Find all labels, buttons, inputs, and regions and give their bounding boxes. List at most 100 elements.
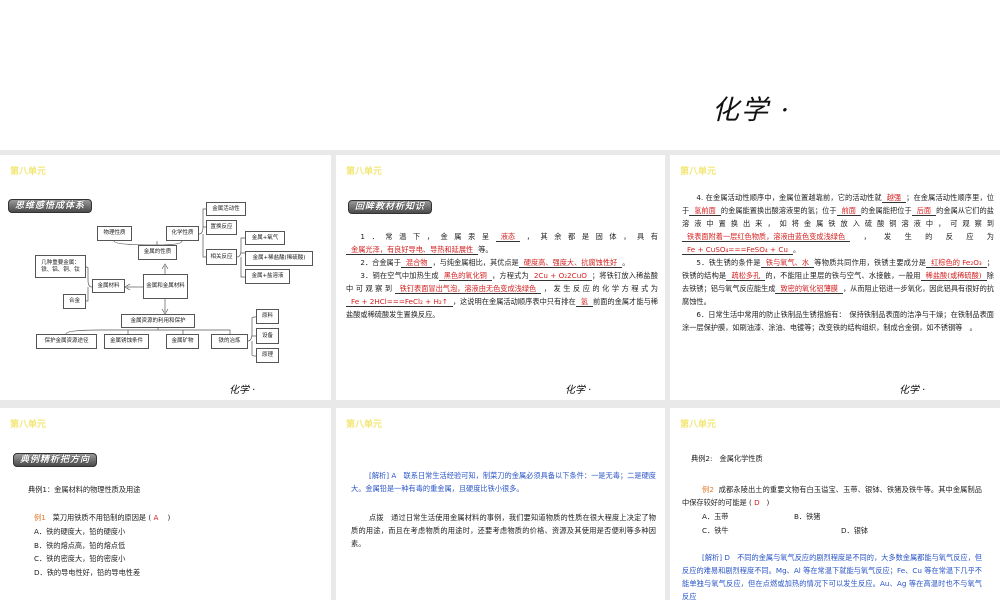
option-c: C．铁的密度大，铅的密度小 (34, 554, 126, 563)
tip-text: 点拨 通过日常生活使用金属材料的事例，我们要知道物质的性质在很大程度上决定了物质… (351, 513, 656, 548)
fill-in-answer: 红棕色的 Fe₂O₃ (926, 258, 987, 268)
paragraph-text: 1．常温下，金属汞呈 (360, 232, 496, 241)
option-b: B．铁猪 (794, 512, 821, 521)
unit-label: 第八单元 (680, 167, 717, 177)
node-metal-resources: 金属资源的利用和保护 (121, 314, 195, 328)
unit-label: 第八单元 (346, 167, 383, 177)
option-b: B．铁的熔点高，铅的熔点低 (34, 541, 126, 550)
paragraph-text: 。 (622, 258, 630, 267)
paragraph-text: ，其余都是固体，具有 (520, 232, 658, 241)
option-d: D．铁的导电性好，铅的导电性差 (34, 568, 141, 577)
fill-in-answer: 金属光泽，有良好导电、导热和延展性 (346, 245, 479, 255)
slide-thumbnail-6[interactable]: 第八单元 典例2: 金属化学性质 例2 成都永陵出土的重要文物有白玉谥宝、玉带、… (670, 408, 1000, 600)
fill-in-answer: 稀盐酸(或稀硫酸) (920, 271, 987, 281)
fill-in-answer: 混合物 (400, 258, 433, 268)
question-text: 成都永陵出土的重要文物有白玉谥宝、玉带、银钵、铁猪及铁牛等。其中金属制品中保存较… (682, 485, 982, 507)
paragraph-text: 等。 (478, 245, 493, 254)
paragraph: 5．铁生锈的条件是 铁与氧气、水 等物质共同作用，铁锈主要成分是 红棕色的 Fe₂O₃… (682, 256, 994, 308)
fill-in-answer: 致密的氧化铝薄膜 (775, 284, 843, 294)
node-metal-acid: 金属+稀盐酸(稀硫酸) (245, 251, 313, 266)
slide-thumbnail-1[interactable]: 第八单元 思维感悟成体系 金属活动性 物理性质 化学性质 置换反应 金属+氧气 … (0, 155, 331, 400)
node-metal-properties: 金属的性质 (138, 245, 177, 260)
paragraph-text: 。 (792, 245, 801, 254)
node-raw-materials: 原料 (256, 309, 279, 324)
question-answer: D (754, 498, 760, 507)
paragraph-text: 6．日常生活中常用的防止铁制品生锈措施有： 保持铁制品表面的洁净与干燥；在铁制品… (682, 310, 994, 332)
option-d: D．银钵 (841, 526, 869, 535)
fill-in-answer: 液态 (495, 232, 521, 242)
review-paragraphs: 4. 在金属活动性顺序中，金属位置越靠前，它的活动性就 越强 ；在金属活动性顺序里，… (682, 191, 994, 334)
paragraph-text: 4. 在金属活动性顺序中，金属位置越靠前，它的活动性就 (696, 193, 882, 202)
paragraph-text: 5．铁生锈的条件是 (696, 258, 761, 267)
node-alloy: 合金 (63, 294, 86, 309)
analysis-text: [解析] D 不同的金属与氧气反应的剧烈程度是不同的，大多数金属都能与氧气反应，… (682, 553, 982, 600)
fill-in-answer: 硬度高、强度大、抗腐蚀性好 (518, 258, 623, 268)
section-badge: 回眸教材析知识 (348, 200, 433, 214)
example-label: 例1 (34, 513, 46, 522)
example-topic: 典例2: 金属化学性质 (691, 454, 763, 463)
question-answer: A (153, 513, 159, 522)
paragraph-text: 2．合金属于 (360, 258, 401, 267)
slide-footer: 化学 · (229, 385, 256, 396)
node-replacement-reaction: 置换反应 (206, 220, 237, 235)
slide-thumbnail-2[interactable]: 第八单元 回眸教材析知识 1．常温下，金属汞呈 液态 ，其余都是固体，具有金属光泽，… (336, 155, 665, 400)
example-question: 例1 菜刀用铁质不用铅制的原因是 ( A ) (34, 513, 170, 523)
paragraph-text: ，这说明在金属活动顺序表中只有排在 (452, 297, 576, 306)
title-slide-preview[interactable]: 化学 · (0, 0, 1000, 150)
option-c: C．铁牛 (702, 526, 729, 535)
node-metal-activity: 金属活动性 (206, 202, 246, 216)
node-protect-resources: 保护金属资源途径 (36, 334, 97, 349)
fill-in-answer: 2Cu + O₂2CuO (528, 271, 592, 281)
unit-label: 第八单元 (10, 420, 47, 430)
example-topic: 典例1：金属材料的物理性质及用途 (28, 485, 141, 494)
node-metal-salt: 金属+盐溶液 (245, 269, 290, 284)
slide-footer: 化学 · (712, 95, 792, 126)
unit-label: 第八单元 (346, 420, 383, 430)
node-metal-materials: 金属材料 (92, 279, 125, 293)
section-badge: 典例精析把方向 (13, 453, 98, 467)
paragraph: 6．日常生活中常用的防止铁制品生锈措施有： 保持铁制品表面的洁净与干燥；在铁制品… (682, 308, 994, 334)
node-rust-conditions: 金属锈蚀条件 (104, 334, 149, 349)
node-equipment: 设备 (256, 328, 279, 344)
question-text: 菜刀用铁质不用铅制的原因是 ( (52, 513, 152, 522)
fill-in-answer: 前面 (836, 206, 861, 216)
node-metal-ores: 金属矿物 (166, 334, 199, 349)
node-metal-oxygen: 金属+氧气 (245, 231, 285, 245)
example-question: 例2 成都永陵出土的重要文物有白玉谥宝、玉带、银钵、铁猪及铁牛等。其中金属制品中… (682, 483, 982, 509)
example-label: 例2 (702, 485, 714, 494)
fill-in-answer: 黑色的氧化铜 (438, 271, 492, 281)
paragraph-text: 的金属能置换出酸溶液里的氢；位于 (720, 206, 837, 215)
paragraph-text: 3．铜在空气中加热生成 (360, 271, 439, 280)
node-center-metals-materials: 金属和金属材料 (143, 274, 188, 299)
paragraph: 3．铜在空气中加热生成 黑色的氧化铜 ，方程式为 2Cu + O₂2CuO ；将铁钉放入… (346, 269, 658, 321)
paragraph-text: ，发生的反应为 (850, 232, 994, 241)
fill-in-answer: 氢前面 (689, 206, 721, 216)
fill-in-answer: 铁表面附着一层红色物质，溶液由蓝色变成浅绿色 (682, 232, 851, 242)
fill-in-answer: Fe + 2HCl===FeCl₂ + H₂↑ (346, 297, 453, 307)
paragraph-text: 的金属能把位于 (861, 206, 912, 215)
fill-in-answer: Fe + CuSO₄===FeSO₄ + Cu (682, 245, 793, 255)
node-physical-properties: 物理性质 (97, 226, 132, 241)
slide-thumbnail-5[interactable]: 第八单元 [解析] A 联系日常生活经验可知，制菜刀的金属必须具备以下条件：一是… (336, 408, 665, 600)
slide-thumbnail-4[interactable]: 第八单元 典例精析把方向 典例1：金属材料的物理性质及用途 例1 菜刀用铁质不用… (0, 408, 331, 600)
paragraph-text: 等物质共同作用，铁锈主要成分是 (814, 258, 927, 267)
analysis-text: [解析] A 联系日常生活经验可知，制菜刀的金属必须具备以下条件：一是无毒；二是… (351, 471, 656, 493)
node-principle: 原理 (256, 348, 279, 363)
fill-in-answer: 后面 (911, 206, 937, 216)
unit-label: 第八单元 (680, 420, 717, 430)
option-a: A．铁的硬度大，铅的硬度小 (34, 527, 126, 536)
review-paragraphs: 1．常温下，金属汞呈 液态 ，其余都是固体，具有金属光泽，有良好导电、导热和延展性等… (346, 230, 658, 321)
paragraph-text: ，发生反应的化学方程式为 (541, 284, 658, 293)
paragraph: 4. 在金属活动性顺序中，金属位置越靠前，它的活动性就 越强 ；在金属活动性顺序里，… (682, 191, 994, 256)
slide-thumbnail-3[interactable]: 第八单元 4. 在金属活动性顺序中，金属位置越靠前，它的活动性就 越强 ；在金属活动… (670, 155, 1000, 400)
node-iron-smelting: 铁的冶炼 (211, 334, 248, 349)
fill-in-answer: 疏松多孔 (726, 271, 766, 281)
paragraph-text: 的，不能阻止里层的铁与空气、水接触，一般用 (765, 271, 921, 280)
paragraph-text: ，与纯金属相比，其优点是 (432, 258, 519, 267)
slide-footer: 化学 · (899, 385, 926, 396)
question-close: ) (167, 513, 171, 522)
question-close: ) (766, 498, 770, 507)
paragraph: 1．常温下，金属汞呈 液态 ，其余都是固体，具有金属光泽，有良好导电、导热和延展性等… (346, 230, 658, 256)
node-chemical-properties: 化学性质 (166, 226, 199, 241)
slide-footer: 化学 · (565, 385, 592, 396)
